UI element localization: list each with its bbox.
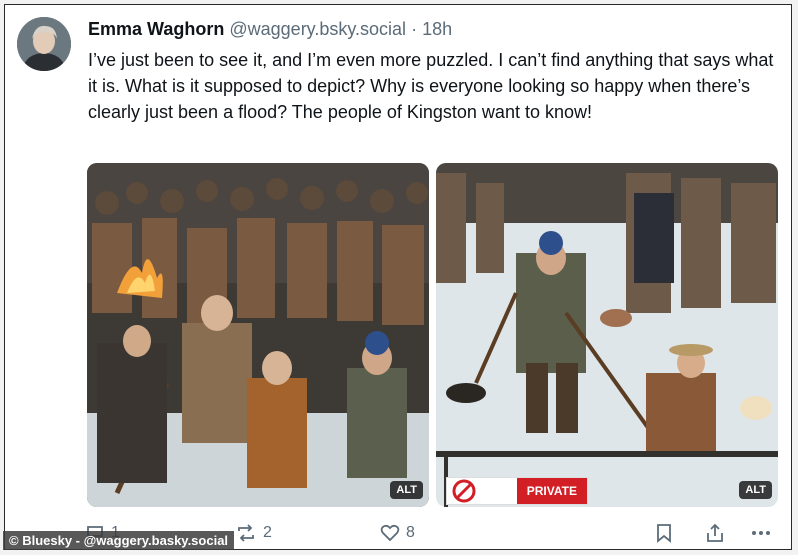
alt-badge[interactable]: ALT: [739, 481, 772, 499]
repost-button[interactable]: 2: [235, 523, 272, 543]
post-header: Emma Waghorn @waggery.bsky.social · 18h: [88, 19, 452, 40]
painting-flood-dogs: [436, 163, 778, 507]
author-name[interactable]: Emma Waghorn: [88, 19, 224, 39]
avatar[interactable]: [17, 17, 71, 71]
image-credit: © Bluesky - @waggery.basky.social: [3, 531, 235, 550]
author-handle[interactable]: @waggery.bsky.social: [229, 19, 406, 39]
post-image-2[interactable]: PRIVATE ALT: [436, 163, 778, 507]
post-image-1[interactable]: ALT: [87, 163, 429, 507]
bookmark-icon: [657, 524, 671, 543]
more-button[interactable]: [750, 523, 772, 543]
more-icon: [752, 531, 770, 535]
heart-icon: [380, 524, 400, 542]
post-timestamp[interactable]: 18h: [422, 19, 452, 39]
private-sign: PRIVATE: [446, 477, 588, 505]
painting-crowd-torches: [87, 163, 429, 507]
like-count: 8: [406, 524, 415, 541]
share-button[interactable]: [705, 523, 725, 543]
bookmark-button[interactable]: [655, 523, 673, 543]
no-entry-icon: [452, 479, 476, 503]
post-card: Emma Waghorn @waggery.bsky.social · 18h …: [4, 4, 792, 550]
share-icon: [707, 523, 723, 542]
repost-count: 2: [263, 524, 272, 541]
alt-badge[interactable]: ALT: [390, 481, 423, 499]
sign-text: PRIVATE: [516, 478, 587, 504]
repost-icon: [238, 524, 254, 542]
post-text: I’ve just been to see it, and I’m even m…: [88, 50, 774, 122]
separator-dot: ·: [411, 19, 418, 39]
like-button[interactable]: 8: [380, 523, 415, 543]
